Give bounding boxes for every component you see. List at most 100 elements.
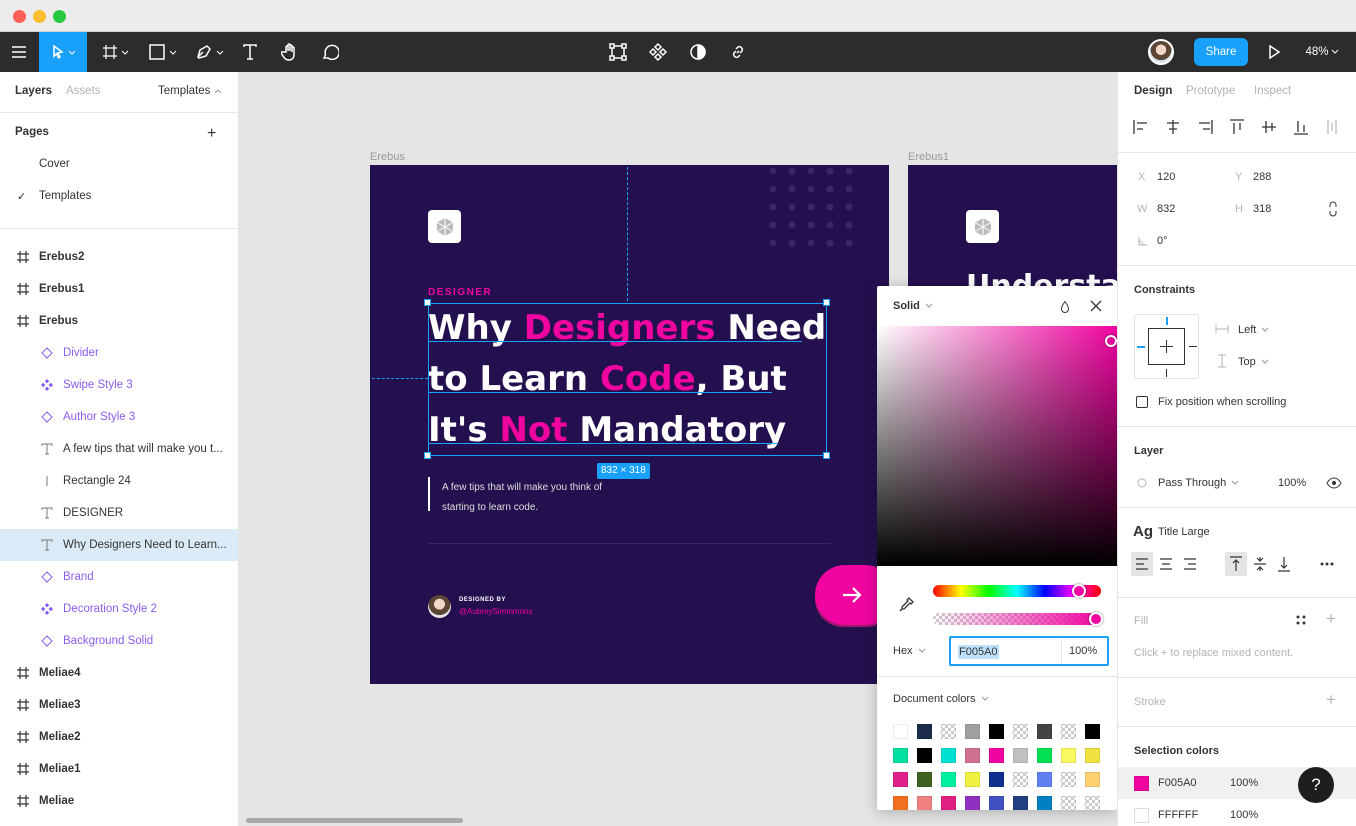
document-color-swatch[interactable]	[917, 772, 932, 787]
document-color-swatch[interactable]	[1085, 724, 1100, 739]
width-input[interactable]: 832	[1157, 203, 1175, 215]
document-color-swatch[interactable]	[965, 796, 980, 810]
document-color-swatch[interactable]	[1037, 748, 1052, 763]
document-color-swatch[interactable]	[1061, 796, 1076, 810]
document-color-swatch[interactable]	[917, 748, 932, 763]
color-opacity[interactable]: 100%	[1230, 809, 1258, 821]
document-color-swatch[interactable]	[893, 724, 908, 739]
pen-tool-button[interactable]	[190, 32, 230, 72]
color-hex[interactable]: FFFFFF	[1158, 809, 1198, 821]
color-opacity[interactable]: 100%	[1230, 777, 1258, 789]
align-middle-icon[interactable]	[1260, 116, 1278, 138]
share-button[interactable]: Share	[1194, 32, 1248, 72]
frame-erebus[interactable]: DESIGNER Why Designers Need to Learn Cod…	[370, 165, 889, 684]
resize-handle[interactable]	[823, 299, 830, 306]
fix-position-checkbox[interactable]	[1136, 396, 1148, 408]
document-color-swatch[interactable]	[941, 748, 956, 763]
constrain-proportions-icon[interactable]	[1327, 201, 1339, 217]
opacity-input[interactable]: 100%	[1069, 645, 1097, 657]
color-hex[interactable]: F005A0	[1158, 777, 1197, 789]
document-color-swatch[interactable]	[1061, 772, 1076, 787]
component-icon[interactable]	[646, 32, 670, 72]
color-swatch[interactable]	[1134, 808, 1149, 823]
avatar[interactable]	[1147, 32, 1175, 72]
document-color-swatch[interactable]	[1013, 772, 1028, 787]
saturation-field[interactable]	[877, 326, 1117, 566]
document-color-swatch[interactable]	[917, 724, 932, 739]
constraint-top[interactable]	[1166, 317, 1168, 325]
opacity-slider[interactable]	[933, 613, 1101, 625]
document-color-swatch[interactable]	[917, 796, 932, 810]
blend-mode-icon[interactable]	[1059, 300, 1071, 314]
resize-handle[interactable]	[424, 452, 431, 459]
more-options-icon[interactable]	[1318, 552, 1340, 576]
document-color-swatch[interactable]	[1085, 772, 1100, 787]
main-menu-icon[interactable]	[0, 32, 38, 72]
layer-item[interactable]: Meliae3	[0, 689, 238, 721]
resize-handle[interactable]	[823, 452, 830, 459]
hex-input[interactable]: F005A0	[958, 645, 999, 659]
align-center-horizontal-icon[interactable]	[1164, 116, 1182, 138]
document-color-swatch[interactable]	[893, 748, 908, 763]
eyebrow-text[interactable]: DESIGNER	[428, 287, 492, 298]
maximize-window-button[interactable]	[53, 10, 66, 23]
page-item-cover[interactable]: Cover	[39, 158, 70, 170]
layer-item[interactable]: Meliae4	[0, 657, 238, 689]
comment-tool-icon[interactable]	[318, 32, 342, 72]
document-color-swatch[interactable]	[893, 796, 908, 810]
text-align-center-icon[interactable]	[1155, 552, 1177, 576]
eye-icon[interactable]	[1326, 477, 1342, 489]
document-color-swatch[interactable]	[1013, 796, 1028, 810]
document-color-swatch[interactable]	[989, 724, 1004, 739]
present-play-icon[interactable]	[1262, 32, 1286, 72]
frame-title-erebus1[interactable]: Erebus1	[908, 151, 949, 163]
document-color-swatch[interactable]	[1037, 772, 1052, 787]
align-bottom-icon[interactable]	[1292, 116, 1310, 138]
layer-item[interactable]: Meliae	[0, 785, 238, 817]
document-color-swatch[interactable]	[1061, 724, 1076, 739]
document-color-swatch[interactable]	[1037, 796, 1052, 810]
horizontal-constraint-dropdown[interactable]: Left	[1238, 324, 1270, 336]
document-color-swatch[interactable]	[1037, 724, 1052, 739]
add-page-icon[interactable]: +	[207, 125, 216, 143]
layer-item[interactable]: Erebus	[0, 305, 238, 337]
opacity-handle[interactable]	[1089, 612, 1103, 626]
document-color-swatch[interactable]	[989, 748, 1004, 763]
selection-color-row[interactable]: FFFFFF 100%	[1118, 799, 1356, 826]
link-icon[interactable]	[726, 32, 750, 72]
layer-item[interactable]: Rectangle 24	[0, 465, 238, 497]
minimize-window-button[interactable]	[33, 10, 46, 23]
add-stroke-icon[interactable]: +	[1326, 690, 1336, 710]
transform-icon[interactable]	[606, 32, 630, 72]
hue-handle[interactable]	[1072, 584, 1086, 598]
templates-dropdown[interactable]: Templates	[158, 85, 223, 97]
close-icon[interactable]	[1090, 300, 1102, 312]
document-color-swatch[interactable]	[1061, 748, 1076, 763]
layer-item[interactable]: Meliae2	[0, 721, 238, 753]
layer-item[interactable]: A few tips that will make you t...	[0, 433, 238, 465]
frame-tool-button[interactable]	[96, 32, 136, 72]
zoom-dropdown[interactable]: 48%	[1300, 32, 1346, 72]
x-input[interactable]: 120	[1157, 171, 1175, 183]
document-color-swatch[interactable]	[1085, 748, 1100, 763]
document-color-swatch[interactable]	[941, 724, 956, 739]
constraint-left[interactable]	[1137, 346, 1145, 348]
blend-mode-dropdown[interactable]: Pass Through	[1158, 477, 1240, 489]
document-color-swatch[interactable]	[989, 772, 1004, 787]
rotation-input[interactable]: 0°	[1157, 235, 1168, 247]
text-align-middle-icon[interactable]	[1249, 552, 1271, 576]
height-input[interactable]: 318	[1253, 203, 1271, 215]
add-fill-icon[interactable]: +	[1326, 609, 1336, 629]
document-color-swatch[interactable]	[1013, 748, 1028, 763]
color-format-dropdown[interactable]: Hex	[893, 645, 927, 657]
text-align-bottom-icon[interactable]	[1273, 552, 1295, 576]
layer-opacity-input[interactable]: 100%	[1278, 477, 1306, 489]
resize-handle[interactable]	[424, 299, 431, 306]
selection-box[interactable]	[428, 303, 827, 456]
align-right-icon[interactable]	[1198, 116, 1216, 138]
layer-item[interactable]: Meliae1	[0, 753, 238, 785]
body-text[interactable]: A few tips that will make you think of s…	[442, 478, 602, 518]
document-color-swatch[interactable]	[893, 772, 908, 787]
frame-title-erebus[interactable]: Erebus	[370, 151, 405, 163]
document-color-swatch[interactable]	[989, 796, 1004, 810]
